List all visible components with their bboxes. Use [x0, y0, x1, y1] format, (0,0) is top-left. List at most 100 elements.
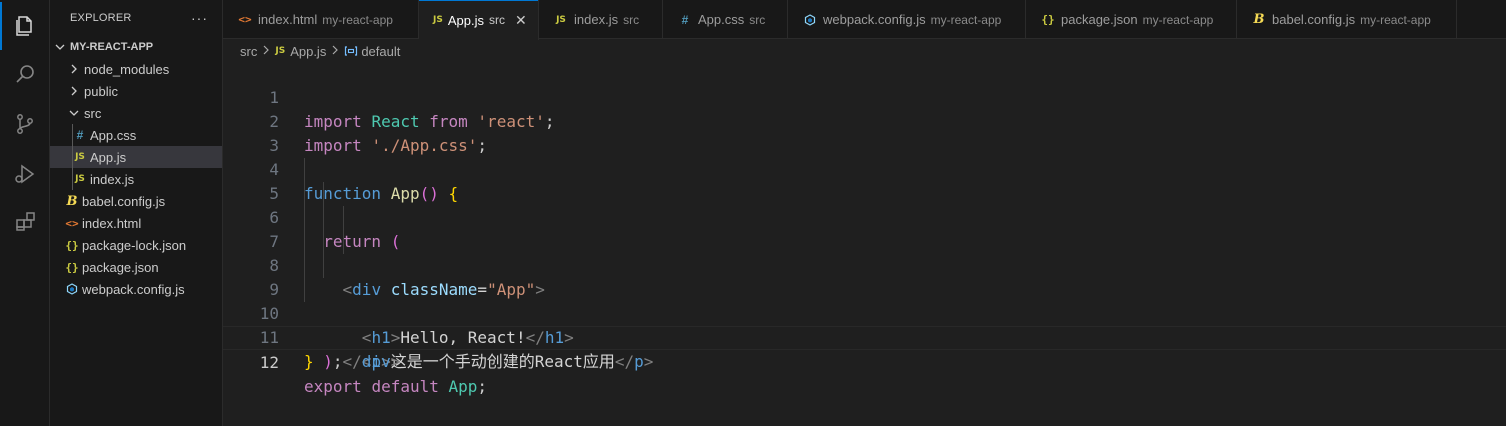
- code-line: 7 <h1>Hello, React!</h1>: [223, 206, 1506, 347]
- tree-item-package-lock[interactable]: {} package-lock.json: [50, 234, 222, 256]
- indent-guide: [343, 206, 344, 230]
- project-root-label: MY-REACT-APP: [70, 41, 154, 53]
- tree-item-node-modules[interactable]: node_modules: [50, 58, 222, 80]
- tree-item-label: babel.config.js: [82, 193, 166, 209]
- extensions-icon[interactable]: [0, 198, 50, 246]
- tree-item-app-css[interactable]: # App.css: [50, 124, 222, 146]
- tab-description: my-react-app: [1142, 12, 1214, 27]
- indent-guide: [72, 146, 73, 168]
- indent-guide: [304, 158, 305, 182]
- code-line: 3: [223, 110, 1506, 155]
- babel-file-icon: B: [66, 193, 78, 209]
- webpack-icon: [802, 13, 818, 26]
- tree-item-label: package-lock.json: [82, 237, 187, 253]
- js-file-icon: JS: [275, 46, 286, 56]
- tab-label: App.css: [698, 12, 745, 27]
- chevron-down-icon: [52, 41, 68, 53]
- tree-item-public[interactable]: public: [50, 80, 222, 102]
- tab-package-json[interactable]: {} package.json my-react-app: [1026, 0, 1237, 39]
- tab-label: package.json: [1061, 12, 1138, 27]
- json-file-icon: {}: [65, 238, 79, 252]
- explorer-title: EXPLORER: [70, 12, 132, 24]
- tab-description: my-react-app: [322, 12, 393, 27]
- tree-item-app-js[interactable]: JS App.js: [50, 146, 222, 168]
- code-text: export default App;: [304, 377, 488, 396]
- indent-guide: [304, 230, 305, 254]
- indent-guide: [72, 124, 73, 146]
- code-line: 2 import './App.css';: [223, 86, 1506, 155]
- js-file-icon: JS: [433, 15, 443, 25]
- source-control-icon[interactable]: [0, 100, 50, 148]
- tab-description: src: [488, 13, 505, 27]
- project-root-folder[interactable]: MY-REACT-APP: [50, 36, 222, 58]
- chevron-right-icon: [66, 85, 82, 97]
- tab-label: babel.config.js: [1272, 12, 1356, 27]
- symbol-variable-icon: [344, 45, 358, 57]
- code-line: 1 import React from 'react';: [223, 62, 1506, 131]
- code-line: 9 </div>: [223, 254, 1506, 371]
- tab-label: index.html: [258, 12, 318, 27]
- html-file-icon: <>: [65, 216, 79, 230]
- indent-guide: [343, 230, 344, 254]
- js-file-icon: JS: [75, 174, 85, 184]
- tab-label: index.js: [574, 12, 619, 27]
- activity-bar: [0, 0, 50, 426]
- css-file-icon: #: [76, 128, 84, 142]
- more-actions-icon[interactable]: ···: [191, 10, 208, 26]
- search-icon[interactable]: [0, 50, 50, 98]
- explorer-sidebar: EXPLORER ··· MY-REACT-APP node_modules p…: [50, 0, 223, 426]
- tree-item-label: App.css: [90, 127, 137, 143]
- breadcrumb-file[interactable]: App.js: [290, 44, 326, 59]
- chevron-right-icon: [261, 45, 271, 58]
- run-debug-icon[interactable]: [0, 150, 50, 198]
- breadcrumb-symbol[interactable]: default: [361, 44, 400, 59]
- tree-item-src[interactable]: src: [50, 102, 222, 124]
- js-file-icon: JS: [75, 152, 85, 162]
- tab-description: my-react-app: [1360, 12, 1431, 27]
- webpack-icon: [64, 283, 80, 295]
- json-file-icon: {}: [1041, 13, 1055, 26]
- tab-label: webpack.config.js: [823, 12, 926, 27]
- explorer-icon[interactable]: [0, 2, 50, 50]
- tree-item-index-html[interactable]: <> index.html: [50, 212, 222, 234]
- editor-tabs: <> index.html my-react-app JS App.js src…: [223, 0, 1506, 40]
- line-number: 12: [259, 353, 279, 372]
- code-line: 10 );: [223, 278, 1506, 371]
- chevron-right-icon: [330, 45, 340, 58]
- css-file-icon: #: [681, 12, 689, 27]
- close-icon[interactable]: ✕: [515, 12, 527, 29]
- chevron-right-icon: [66, 63, 82, 75]
- tree-item-index-js[interactable]: JS index.js: [50, 168, 222, 190]
- tab-webpack-config[interactable]: webpack.config.js my-react-app: [788, 0, 1026, 39]
- indent-guide: [304, 206, 305, 230]
- tree-item-babel-config[interactable]: B babel.config.js: [50, 190, 222, 212]
- indent-guide: [304, 278, 305, 302]
- code-line: 11 }: [223, 302, 1506, 371]
- tab-description: src: [749, 12, 766, 27]
- breadcrumb-folder[interactable]: src: [240, 44, 257, 59]
- indent-guide: [323, 230, 324, 254]
- breadcrumb: src JS App.js default: [223, 40, 1506, 62]
- json-file-icon: {}: [65, 260, 79, 274]
- indent-guide: [72, 168, 73, 190]
- html-file-icon: <>: [238, 13, 252, 26]
- tab-index-html[interactable]: <> index.html my-react-app: [223, 0, 419, 39]
- tab-app-js[interactable]: JS App.js src ✕: [419, 0, 539, 40]
- indent-guide: [304, 182, 305, 206]
- tree-item-label: webpack.config.js: [82, 281, 185, 297]
- tree-item-package-json[interactable]: {} package.json: [50, 256, 222, 278]
- tree-item-label: package.json: [82, 259, 159, 275]
- tab-babel-config[interactable]: B babel.config.js my-react-app: [1237, 0, 1457, 39]
- indent-guide: [323, 206, 324, 230]
- code-line: 5 return (: [223, 158, 1506, 251]
- tree-item-webpack-config[interactable]: webpack.config.js: [50, 278, 222, 300]
- code-editor[interactable]: 1 import React from 'react'; 2 import '.…: [223, 62, 1506, 426]
- chevron-down-icon: [66, 107, 82, 119]
- code-line: 6 <div className="App">: [223, 182, 1506, 299]
- tree-item-label: public: [84, 83, 118, 99]
- babel-file-icon: B: [1253, 12, 1265, 27]
- code-line: 4 function App() {: [223, 134, 1506, 203]
- tab-index-js[interactable]: JS index.js src: [539, 0, 663, 39]
- code-line-current: 12 export default App;: [223, 326, 1506, 396]
- tab-app-css[interactable]: # App.css src: [663, 0, 788, 39]
